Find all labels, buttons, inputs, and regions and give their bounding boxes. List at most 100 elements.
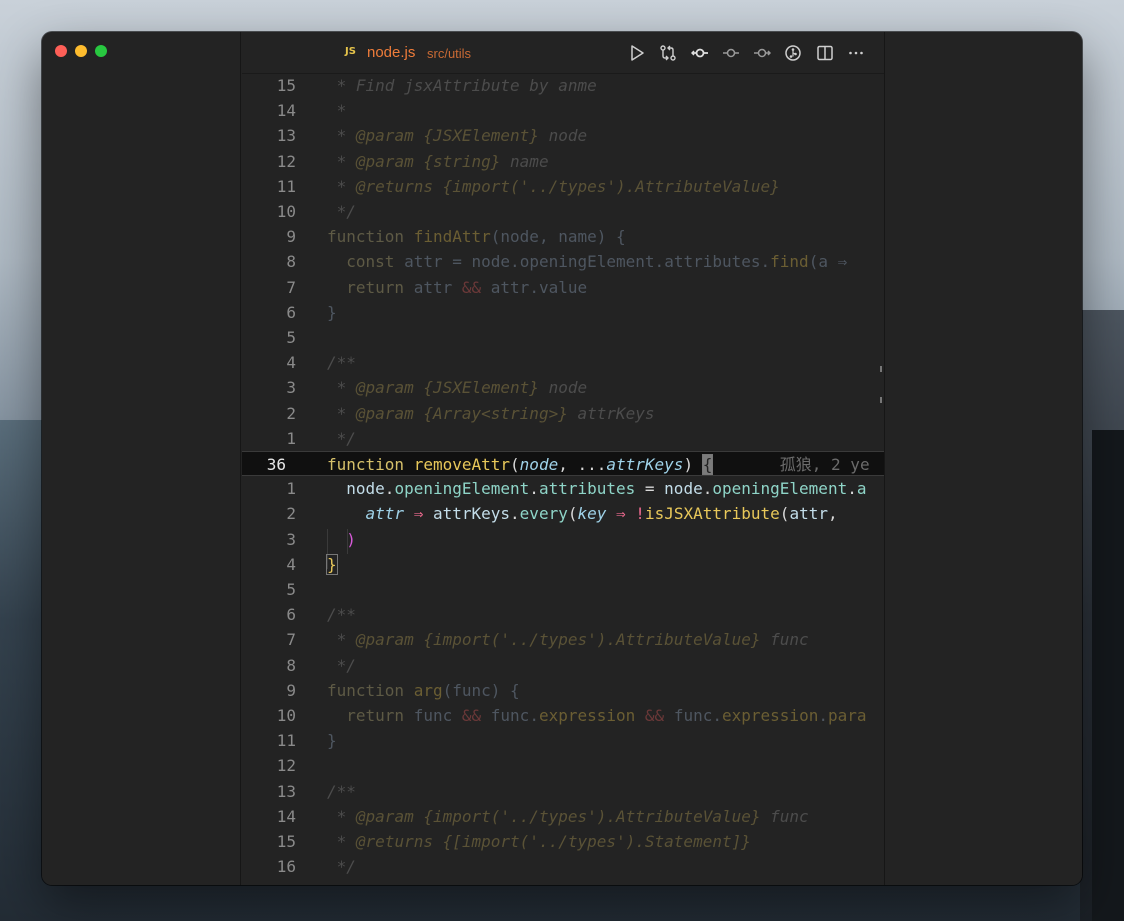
line-number: 8 (286, 655, 296, 675)
code-line[interactable]: 5 (242, 325, 884, 350)
line-number: 1 (286, 428, 296, 448)
code-line[interactable]: 7 return attr && attr.value (242, 275, 884, 300)
line-text: * @param {string} name (327, 151, 549, 171)
git-commit-icon[interactable] (689, 42, 711, 64)
git-commit-next-icon[interactable] (751, 42, 773, 64)
code-line[interactable]: 10 return func && func.expression && fun… (242, 703, 884, 728)
line-number: 3 (286, 378, 296, 398)
editor-window: JS node.js src/utils 15 * Find jsxAttrib… (42, 32, 1082, 885)
compare-changes-icon[interactable] (657, 42, 679, 64)
line-number: 12 (276, 756, 296, 776)
tab-filename[interactable]: node.js (367, 44, 415, 61)
line-text: * @param {import('../types').AttributeVa… (327, 806, 809, 826)
line-text: function arg(func) { (327, 680, 520, 700)
line-text: function removeAttr(node, ...attrKeys) {… (327, 454, 870, 475)
git-commit-prev-icon[interactable] (720, 42, 742, 64)
right-panel (884, 32, 1082, 885)
line-number: 6 (286, 302, 296, 322)
line-number: 13 (276, 126, 296, 146)
code-line[interactable]: 8 */ (242, 653, 884, 678)
line-text: * @returns {[import('../types').Statemen… (327, 832, 751, 851)
maximize-button[interactable] (95, 45, 107, 57)
code-area[interactable]: 15 * Find jsxAttribute by anme 14 * 13 * @… (242, 74, 884, 885)
line-text: */ (327, 655, 356, 675)
line-number: 13 (276, 781, 296, 801)
line-text: attr ⇒ attrKeys.every(key ⇒ !isJSXAttrib… (365, 504, 838, 524)
code-line[interactable]: 1 node.openingElement.attributes = node.… (242, 476, 884, 501)
line-text: * @param {JSXElement} node (327, 126, 588, 146)
code-line[interactable]: 17 function getStatement(func) { (242, 879, 884, 885)
split-editor-icon[interactable] (814, 42, 836, 64)
code-line[interactable]: 12 (242, 753, 884, 778)
code-line[interactable]: 6 /** (242, 602, 884, 627)
code-line[interactable]: 5 (242, 577, 884, 602)
code-line[interactable]: 4 /** (242, 350, 884, 375)
sidebar (42, 32, 241, 885)
line-text: function getStatement(func) { (327, 879, 606, 885)
line-text: * @param {import('../types').AttributeVa… (327, 630, 809, 650)
line-number: 4 (286, 353, 296, 373)
line-number: 2 (286, 504, 296, 524)
line-text: const attr = node.openingElement.attribu… (346, 252, 848, 272)
line-number: 3 (286, 529, 296, 549)
code-line[interactable]: 16 */ (242, 854, 884, 879)
javascript-file-icon: JS (345, 46, 356, 57)
line-number: 11 (276, 731, 296, 751)
line-text: * @param {Array<string>} attrKeys (327, 403, 655, 423)
line-text: return func && func.expression && func.e… (346, 706, 867, 725)
code-line[interactable]: 15 * Find jsxAttribute by anme (242, 73, 884, 98)
code-line[interactable]: 7 * @param {import('../types').Attribute… (242, 627, 884, 652)
git-lens-icon[interactable] (782, 42, 804, 64)
line-number: 4 (286, 554, 296, 574)
line-number: 7 (286, 277, 296, 297)
line-text: } (326, 553, 338, 575)
code-line[interactable]: 15 * @returns {[import('../types').State… (242, 829, 884, 854)
line-number: 16 (276, 857, 296, 877)
code-line[interactable]: 14 * (242, 98, 884, 123)
code-line[interactable]: 13 /** (242, 779, 884, 804)
line-text: ) (346, 529, 356, 549)
tab-path: src/utils (427, 46, 472, 61)
line-number: 36 (266, 455, 286, 474)
line-text: /** (327, 605, 356, 625)
line-number: 15 (276, 832, 296, 851)
code-line[interactable]: 9 function arg(func) { (242, 678, 884, 703)
line-number: 9 (286, 680, 296, 700)
line-number: 12 (276, 151, 296, 171)
code-line[interactable]: 8 const attr = node.openingElement.attri… (242, 249, 884, 274)
line-text: */ (327, 202, 356, 221)
code-line[interactable]: 9 function findAttr(node, name) { (242, 224, 884, 249)
run-icon[interactable] (626, 42, 648, 64)
line-number: 11 (276, 176, 296, 196)
close-button[interactable] (55, 45, 67, 57)
code-line[interactable]: 2 * @param {Array<string>} attrKeys (242, 401, 884, 426)
code-line[interactable]: 2 attr ⇒ attrKeys.every(key ⇒ !isJSXAttr… (242, 501, 884, 526)
code-line[interactable]: 3 ) (242, 527, 884, 552)
line-number: 6 (286, 605, 296, 625)
line-number: 7 (286, 630, 296, 650)
code-line[interactable]: 11} (242, 728, 884, 753)
code-line[interactable]: 13 * @param {JSXElement} node (242, 123, 884, 148)
line-text: * (327, 101, 347, 121)
minimize-button[interactable] (75, 45, 87, 57)
line-number: 17 (242, 879, 296, 885)
line-text: * Find jsxAttribute by anme (327, 76, 597, 95)
code-line[interactable]: 3 * @param {JSXElement} node (242, 375, 884, 400)
line-text: */ (327, 428, 356, 448)
line-number: 5 (286, 328, 296, 347)
line-number: 1 (286, 479, 296, 499)
code-line[interactable]: 6} (242, 300, 884, 325)
code-line[interactable]: 1 */ (242, 426, 884, 451)
code-line-current[interactable]: 36 function removeAttr(node, ...attrKeys)… (242, 451, 884, 476)
line-text: } (327, 302, 337, 322)
more-icon[interactable] (845, 42, 867, 64)
code-line[interactable]: 11 * @returns {import('../types').Attrib… (242, 174, 884, 199)
code-line[interactable]: 10 */ (242, 199, 884, 224)
line-number: 8 (286, 252, 296, 272)
code-line[interactable]: 12 * @param {string} name (242, 149, 884, 174)
line-number: 10 (276, 202, 296, 221)
code-line[interactable]: 4} (242, 552, 884, 577)
code-line[interactable]: 14 * @param {import('../types').Attribut… (242, 804, 884, 829)
line-number: 14 (276, 806, 296, 826)
line-text: /** (327, 781, 356, 801)
